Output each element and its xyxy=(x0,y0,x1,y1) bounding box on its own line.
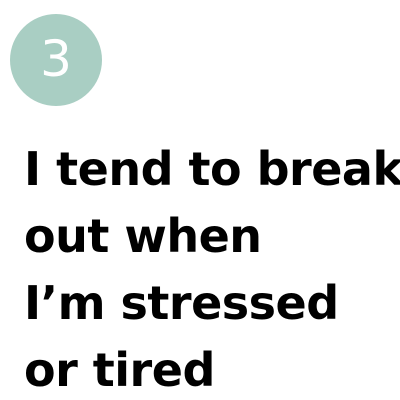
statement-text: I tend to break out when I’m stressed or… xyxy=(24,136,400,400)
step-badge: 3 xyxy=(10,14,102,106)
statement-line-4: or tired xyxy=(24,343,215,397)
statement-line-3: I’m stressed xyxy=(24,276,339,330)
quiz-card: 3 I tend to break out when I’m stressed … xyxy=(0,0,400,400)
statement-line-1: I tend to break xyxy=(24,142,400,196)
statement-line-2: out when xyxy=(24,209,262,263)
step-number: 3 xyxy=(40,30,72,88)
